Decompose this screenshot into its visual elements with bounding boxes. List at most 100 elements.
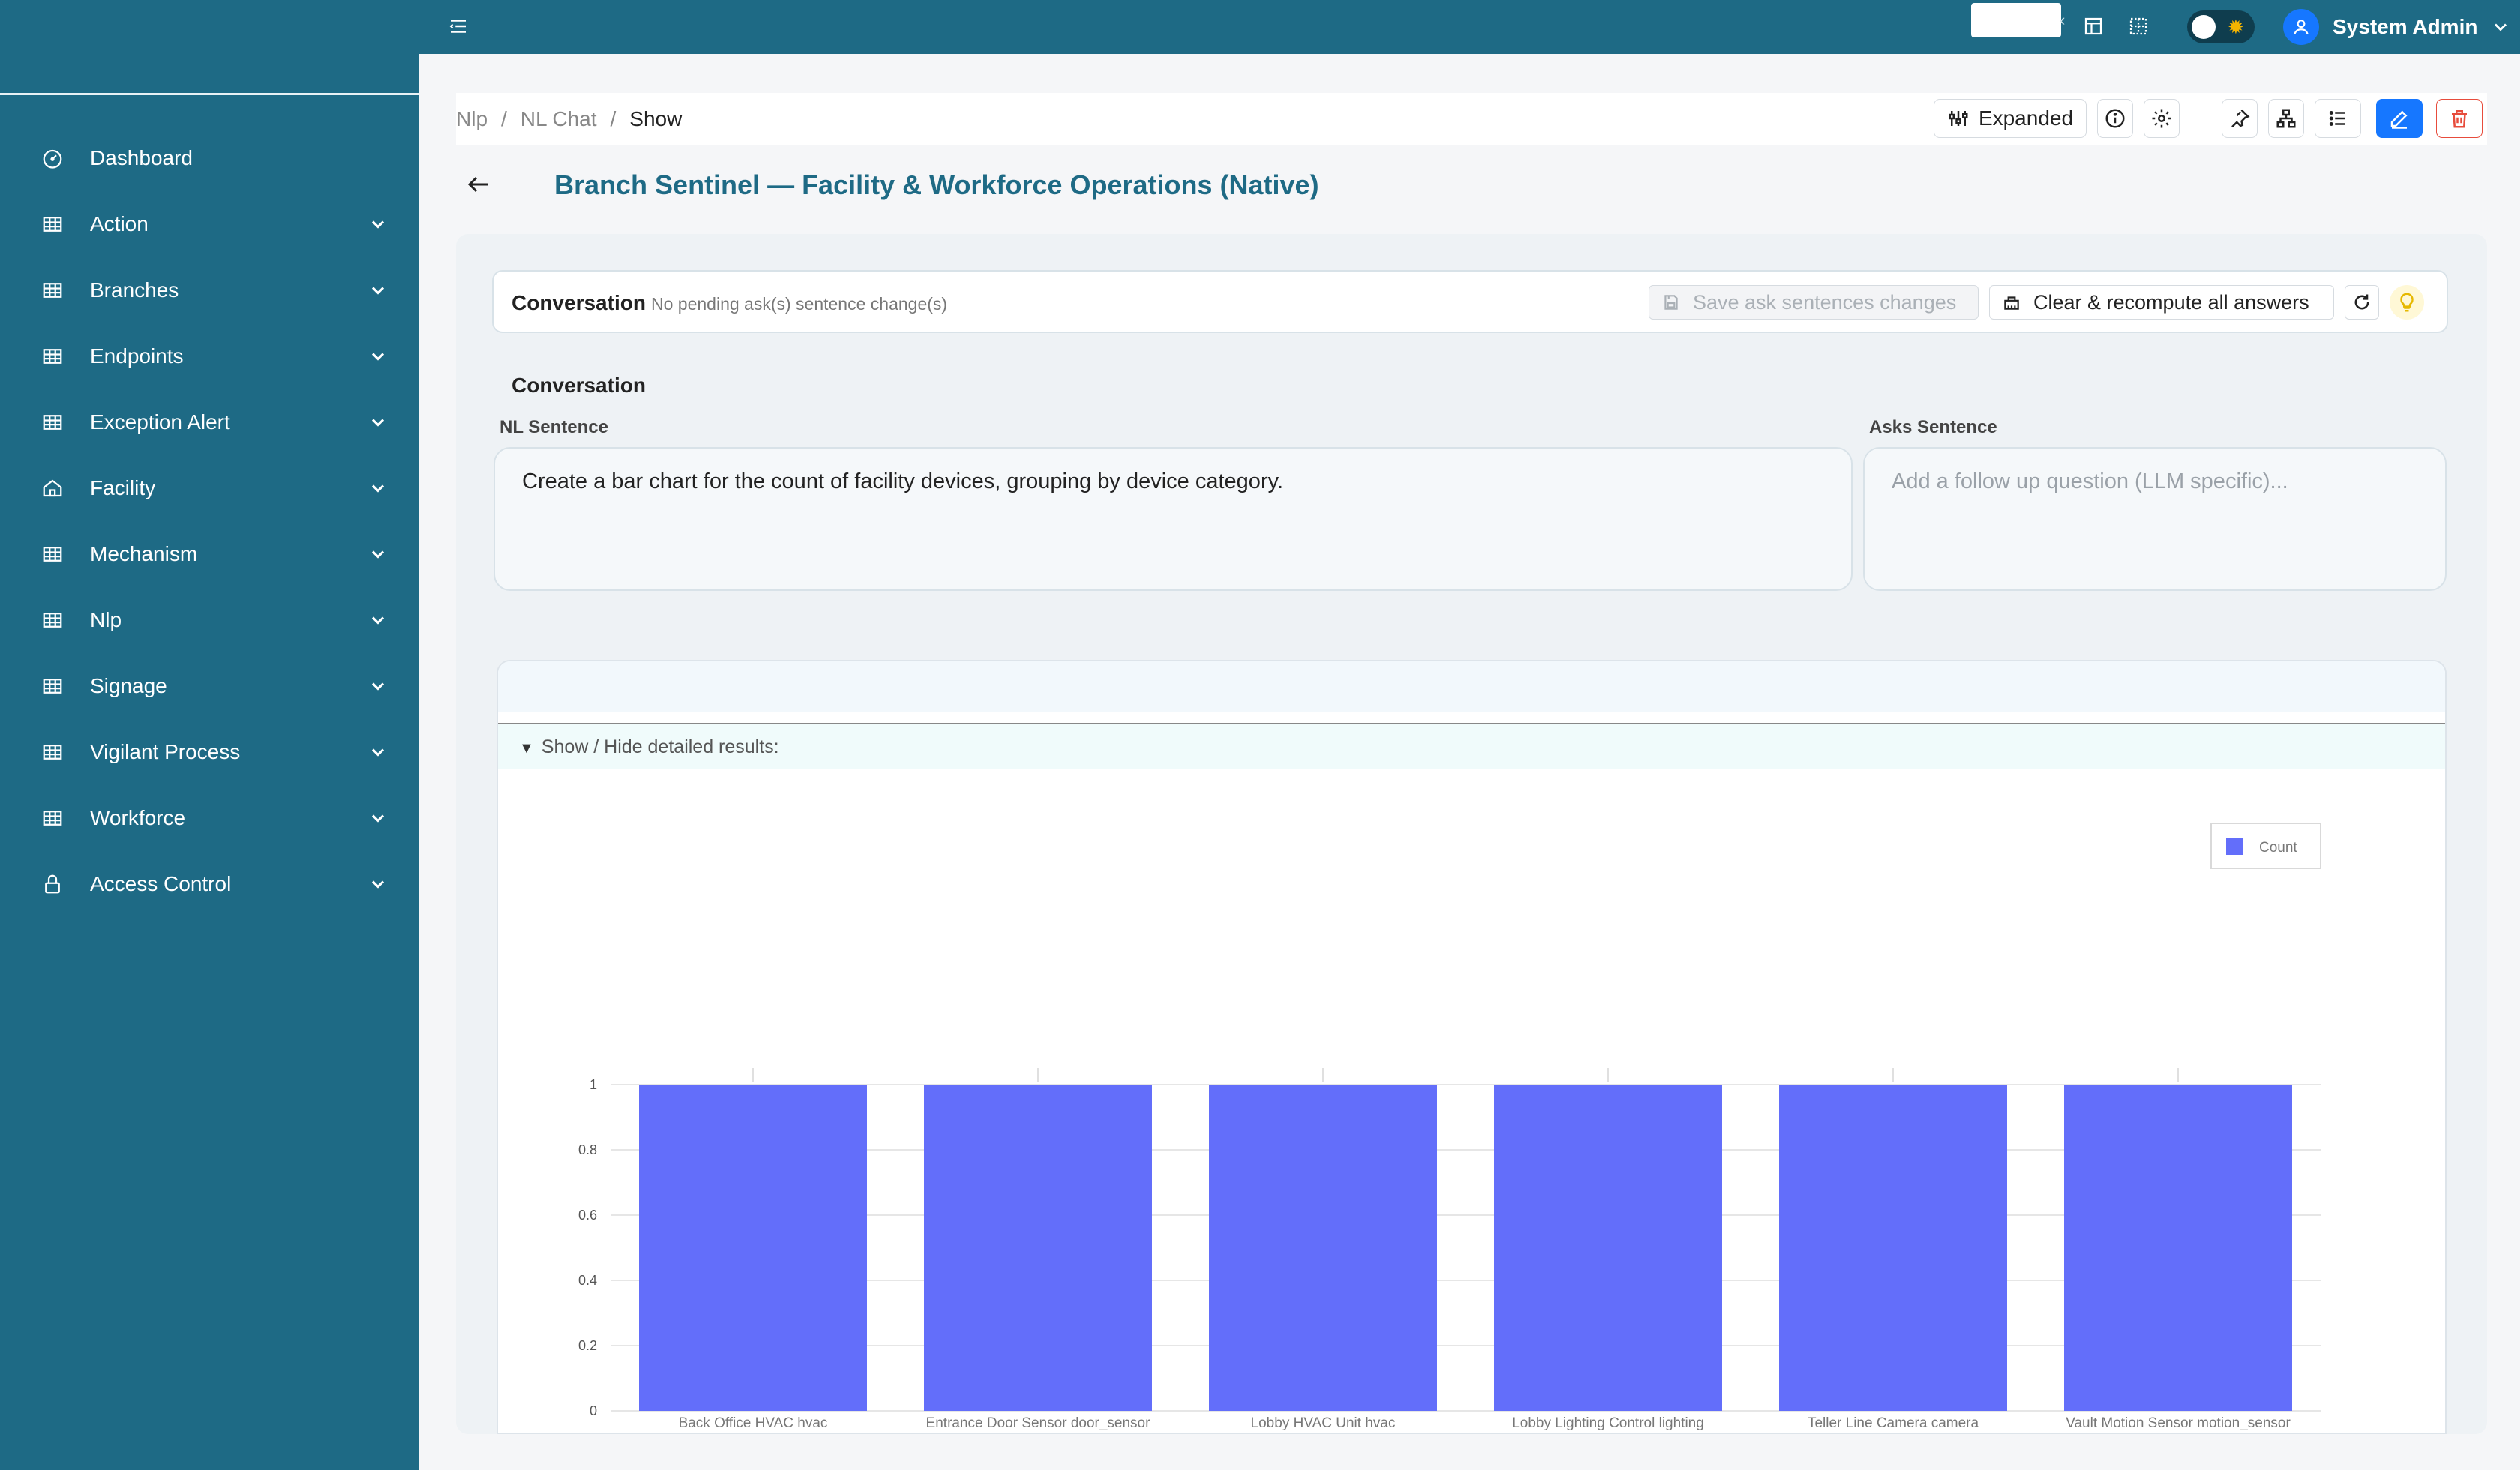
- y-tick-label: 0.8: [578, 1142, 597, 1157]
- list-button[interactable]: [2314, 99, 2361, 138]
- sidebar-brand: [0, 0, 418, 95]
- bar: [1209, 1084, 1437, 1411]
- sidebar-item-action[interactable]: Action: [0, 191, 418, 257]
- table-icon: [40, 212, 64, 236]
- suggestion-button[interactable]: [2390, 285, 2424, 320]
- sidebar-item-label: Signage: [90, 674, 167, 698]
- x-tick-label: Teller Line Camera camera: [1808, 1415, 1979, 1431]
- chevron-down-icon: [371, 880, 385, 889]
- sidebar-item-label: Branches: [90, 278, 179, 302]
- sidebar-item-signage[interactable]: Signage: [0, 653, 418, 719]
- x-tick-label: Vault Motion Sensor motion_sensor: [2066, 1415, 2290, 1431]
- sidebar-item-facility[interactable]: Facility: [0, 455, 418, 521]
- save-ask-sentences-button[interactable]: Save ask sentences changes: [1648, 285, 1978, 320]
- sidebar-item-exception-alert[interactable]: Exception Alert: [0, 389, 418, 455]
- clear-recompute-button[interactable]: Clear & recompute all answers: [1989, 285, 2334, 320]
- chevron-down-icon: [371, 814, 385, 823]
- user-avatar[interactable]: [2283, 9, 2319, 45]
- y-tick-label: 0.6: [578, 1208, 597, 1222]
- chevron-down-icon: [371, 286, 385, 295]
- expanded-button[interactable]: Expanded: [1934, 99, 2086, 138]
- save-button-label: Save ask sentences changes: [1693, 290, 1957, 314]
- expanded-label: Expanded: [1978, 106, 2074, 130]
- bar: [1779, 1084, 2007, 1411]
- x-tick-label: Back Office HVAC hvac: [679, 1415, 828, 1431]
- trash-icon: [2452, 110, 2467, 128]
- y-tick-label: 0.2: [578, 1338, 597, 1353]
- fullscreen-icon[interactable]: [2127, 15, 2150, 38]
- info-icon: [2105, 109, 2125, 128]
- conversation-section-title: Conversation: [512, 374, 646, 397]
- user-name[interactable]: System Admin: [2332, 15, 2477, 39]
- back-arrow-icon[interactable]: [465, 171, 492, 198]
- table-icon: [40, 410, 64, 434]
- sidebar-item-vigilant-process[interactable]: Vigilant Process: [0, 719, 418, 785]
- main-panel: Conversation No pending ask(s) sentence …: [456, 234, 2487, 1434]
- conversation-bar: Conversation No pending ask(s) sentence …: [492, 270, 2448, 333]
- sidebar-item-label: Endpoints: [90, 344, 184, 368]
- chevron-down-icon[interactable]: [2490, 16, 2511, 38]
- chevron-down-icon: [371, 682, 385, 691]
- detailed-results-toggle[interactable]: ▼ Show / Hide detailed results:: [498, 724, 2445, 770]
- pin-button[interactable]: [2222, 99, 2258, 138]
- sidebar-item-label: Nlp: [90, 608, 122, 632]
- sidebar-item-workforce[interactable]: Workforce: [0, 785, 418, 851]
- results-card: ▼ Show / Hide detailed results: 0 0.2 0.4 0.…: [496, 660, 2446, 1434]
- sidebar-item-access-control[interactable]: Access Control: [0, 851, 418, 917]
- breadcrumb-item-nlp[interactable]: Nlp: [456, 107, 488, 131]
- breadcrumb: Nlp / NL Chat / Show: [456, 107, 682, 131]
- table-icon: [40, 608, 64, 632]
- sidebar-item-dashboard[interactable]: Dashboard: [0, 125, 418, 191]
- search-collapse-icon[interactable]: ‹: [2060, 10, 2065, 30]
- search-input[interactable]: [1971, 3, 2061, 38]
- nl-sentence-label: NL Sentence: [500, 417, 608, 437]
- breadcrumb-item-nl-chat[interactable]: NL Chat: [520, 107, 597, 131]
- sidebar-item-endpoints[interactable]: Endpoints: [0, 323, 418, 389]
- refresh-icon: [2354, 294, 2369, 310]
- asks-sentence-input[interactable]: Add a follow up question (LLM specific).…: [1863, 447, 2446, 591]
- bar: [1494, 1084, 1722, 1411]
- table-icon: [40, 674, 64, 698]
- nl-sentence-input[interactable]: Create a bar chart for the count of faci…: [494, 447, 1852, 591]
- sidebar-item-label: Mechanism: [90, 542, 198, 566]
- sidebar-item-branches[interactable]: Branches: [0, 257, 418, 323]
- sidebar-item-nlp[interactable]: Nlp: [0, 587, 418, 653]
- topbar: ‹ ✹ System Admin: [418, 0, 2520, 54]
- delete-button[interactable]: [2436, 99, 2482, 138]
- bar-chart: 0 0.2 0.4 0.6 0.8 1 Back Office HVAC hvac Entra…: [578, 823, 2321, 1431]
- table-icon: [40, 542, 64, 566]
- results-header: [498, 662, 2445, 712]
- sidebar-item-mechanism[interactable]: Mechanism: [0, 521, 418, 587]
- sidebar-item-label: Access Control: [90, 872, 232, 896]
- pin-icon: [2231, 109, 2250, 128]
- list-icon: [2329, 111, 2345, 126]
- edit-button[interactable]: [2376, 99, 2422, 138]
- sidebar: Dashboard Action Branches Endpoints Exceptio…: [0, 0, 418, 1470]
- settings-button[interactable]: [2144, 99, 2180, 138]
- detailed-results-label: Show / Hide detailed results:: [541, 736, 779, 758]
- sidebar-item-label: Exception Alert: [90, 410, 230, 434]
- theme-toggle[interactable]: ✹: [2187, 10, 2254, 44]
- chevron-down-icon: [371, 748, 385, 757]
- breadcrumb-separator: /: [501, 107, 507, 130]
- chevron-down-icon: [371, 550, 385, 559]
- menu-toggle-icon[interactable]: [447, 15, 470, 38]
- refresh-button[interactable]: [2344, 285, 2379, 320]
- hierarchy-button[interactable]: [2268, 99, 2304, 138]
- table-icon: [40, 278, 64, 302]
- conversation-bar-label: Conversation: [512, 291, 646, 314]
- y-tick-label: 0: [590, 1403, 597, 1418]
- info-button[interactable]: [2097, 99, 2133, 138]
- gear-icon: [2152, 109, 2171, 128]
- lock-icon: [40, 872, 64, 896]
- table-icon: [40, 740, 64, 764]
- chevron-down-icon: [371, 418, 385, 427]
- layout-icon[interactable]: [2082, 15, 2104, 38]
- user-icon: [2294, 20, 2308, 35]
- bar: [924, 1084, 1152, 1411]
- bar: [639, 1084, 867, 1411]
- chevron-down-icon: [371, 352, 385, 361]
- table-icon: [40, 806, 64, 830]
- chevron-down-icon: [371, 616, 385, 625]
- broom-icon: [2004, 296, 2019, 310]
